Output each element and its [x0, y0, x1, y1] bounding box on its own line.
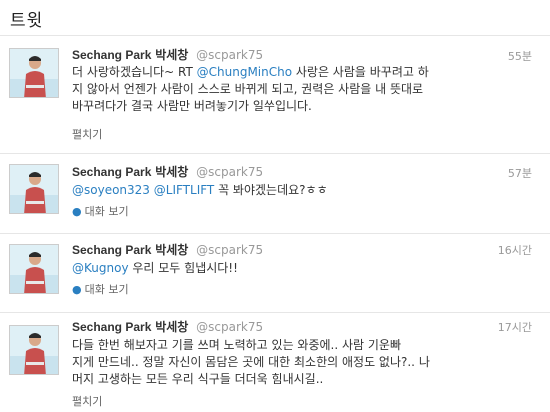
tweet-text-line: 바꾸려다가 결국 사람만 버려놓기가 일쑤입니다. — [72, 99, 312, 113]
avatar[interactable] — [9, 244, 59, 294]
author-name[interactable]: Sechang Park — [72, 48, 151, 62]
tweet-text-segment: 더 사랑하겠습니다~ RT — [72, 65, 197, 79]
tweet-text-segment: 우리 모두 힘냅시다!! — [128, 261, 238, 275]
avatar[interactable] — [9, 325, 59, 375]
tweet-item[interactable]: Sechang Park 박세창 @scpark75 16시간 @Kugnoy … — [0, 234, 550, 313]
author-name[interactable]: Sechang Park — [72, 165, 151, 179]
author-name[interactable]: Sechang Park — [72, 320, 151, 334]
tweet-text-segment: 꼭 봐야겠는데요?ㅎㅎ — [214, 183, 328, 197]
tweet-text-line: 지 않아서 언젠가 사람이 스스로 바뀌게 되고, 권력은 사람을 내 뜻대로 — [72, 82, 424, 96]
mention-link[interactable]: @LIFTLIFT — [154, 183, 215, 197]
conversation-icon: ● — [72, 205, 82, 218]
tweet-item[interactable]: Sechang Park 박세창 @scpark75 55분 더 사랑하겠습니다… — [0, 37, 550, 154]
tweet-timestamp[interactable]: 17시간 — [498, 319, 532, 335]
view-conversation-link[interactable]: ● 대화 보기 — [72, 281, 129, 297]
tweet-timestamp[interactable]: 57분 — [508, 165, 532, 181]
tweet-text-line: 다들 한번 해보자고 기를 쓰며 노력하고 있는 와중에.. 사람 기운빠 — [72, 338, 402, 352]
author-name[interactable]: Sechang Park — [72, 243, 151, 257]
tweet-text-line: 더 사랑하겠습니다~ RT @ChungMinCho 사랑은 사람을 바꾸려고 … — [72, 64, 542, 81]
author-name-kr[interactable]: 박세창 — [155, 320, 188, 334]
author-handle[interactable]: @scpark75 — [196, 243, 263, 257]
conversation-icon: ● — [72, 283, 82, 296]
author-name-kr[interactable]: 박세창 — [155, 243, 188, 257]
author-handle[interactable]: @scpark75 — [196, 48, 263, 62]
view-conversation-label: 대화 보기 — [84, 283, 129, 296]
expand-link[interactable]: 펼치기 — [72, 393, 102, 409]
tweet-text-line: 머지 고생하는 모든 우리 식구들 더더욱 힘내시길.. — [72, 372, 324, 386]
view-conversation-label: 대화 보기 — [84, 205, 129, 218]
tweet-text: 더 사랑하겠습니다~ RT @ChungMinCho 사랑은 사람을 바꾸려고 … — [72, 64, 542, 115]
author-handle[interactable]: @scpark75 — [196, 165, 263, 179]
tweet-text: @Kugnoy 우리 모두 힘냅시다!! — [72, 260, 542, 277]
tweet-text: 다들 한번 해보자고 기를 쓰며 노력하고 있는 와중에.. 사람 기운빠 지게… — [72, 337, 542, 388]
avatar-image — [10, 326, 58, 374]
tweet-text-segment: 사랑은 사람을 바꾸려고 하 — [292, 65, 429, 79]
mention-link[interactable]: @Kugnoy — [72, 261, 129, 275]
tweet-timestamp[interactable]: 55분 — [508, 48, 532, 64]
avatar-image — [10, 245, 58, 293]
mention-link[interactable]: @ChungMinCho — [197, 65, 292, 79]
tweet-header: Sechang Park 박세창 @scpark75 — [72, 318, 263, 336]
expand-link[interactable]: 펼치기 — [72, 126, 102, 142]
author-handle[interactable]: @scpark75 — [196, 320, 263, 334]
author-name-kr[interactable]: 박세창 — [155, 165, 188, 179]
mention-link[interactable]: @soyeon323 — [72, 183, 150, 197]
tweet-header: Sechang Park 박세창 @scpark75 — [72, 46, 263, 64]
tweet-item[interactable]: Sechang Park 박세창 @scpark75 17시간 다들 한번 해보… — [0, 313, 550, 412]
avatar-image — [10, 165, 58, 213]
avatar-image — [10, 49, 58, 97]
tweet-header: Sechang Park 박세창 @scpark75 — [72, 163, 263, 181]
tweet-timestamp[interactable]: 16시간 — [498, 242, 532, 258]
expand-label: 펼치기 — [72, 128, 103, 141]
tweet-text-line: 지게 만드네.. 정말 자신이 몸담은 곳에 대한 최소한의 애정도 없나?..… — [72, 355, 430, 369]
author-name-kr[interactable]: 박세창 — [155, 48, 188, 62]
page-title: 트윗 — [10, 11, 44, 31]
avatar[interactable] — [9, 48, 59, 98]
expand-label: 펼치기 — [72, 395, 103, 408]
view-conversation-link[interactable]: ● 대화 보기 — [72, 203, 129, 219]
tweet-item[interactable]: Sechang Park 박세창 @scpark75 57분 @soyeon32… — [0, 154, 550, 234]
tweet-header: Sechang Park 박세창 @scpark75 — [72, 241, 263, 259]
tweet-text: @soyeon323 @LIFTLIFT 꼭 봐야겠는데요?ㅎㅎ — [72, 182, 542, 199]
avatar[interactable] — [9, 164, 59, 214]
page-header: 트윗 — [0, 0, 550, 36]
